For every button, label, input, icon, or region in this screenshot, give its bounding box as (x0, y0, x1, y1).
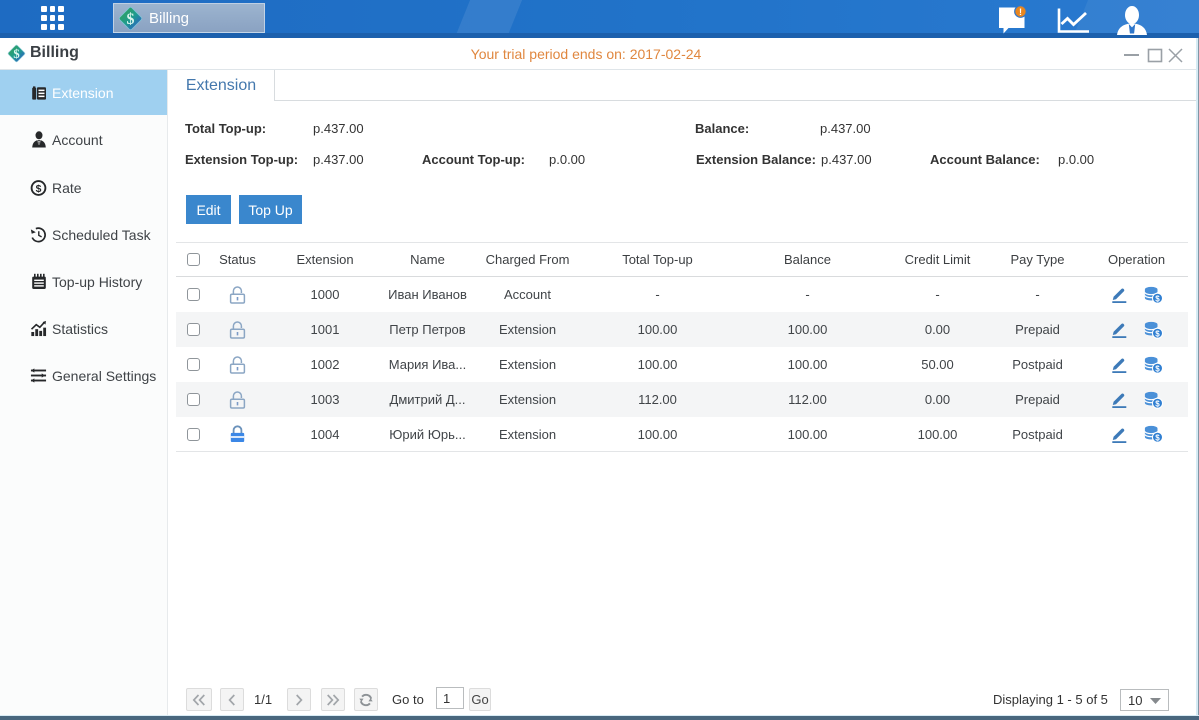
svg-text:$: $ (127, 11, 135, 28)
svg-text:$: $ (1155, 294, 1160, 303)
svg-text:!: ! (1019, 7, 1022, 17)
svg-text:$: $ (1155, 364, 1160, 373)
svg-text:$: $ (1155, 329, 1160, 338)
svg-text:$: $ (1155, 399, 1160, 408)
svg-text:$: $ (36, 184, 42, 195)
svg-text:$: $ (1155, 433, 1160, 442)
